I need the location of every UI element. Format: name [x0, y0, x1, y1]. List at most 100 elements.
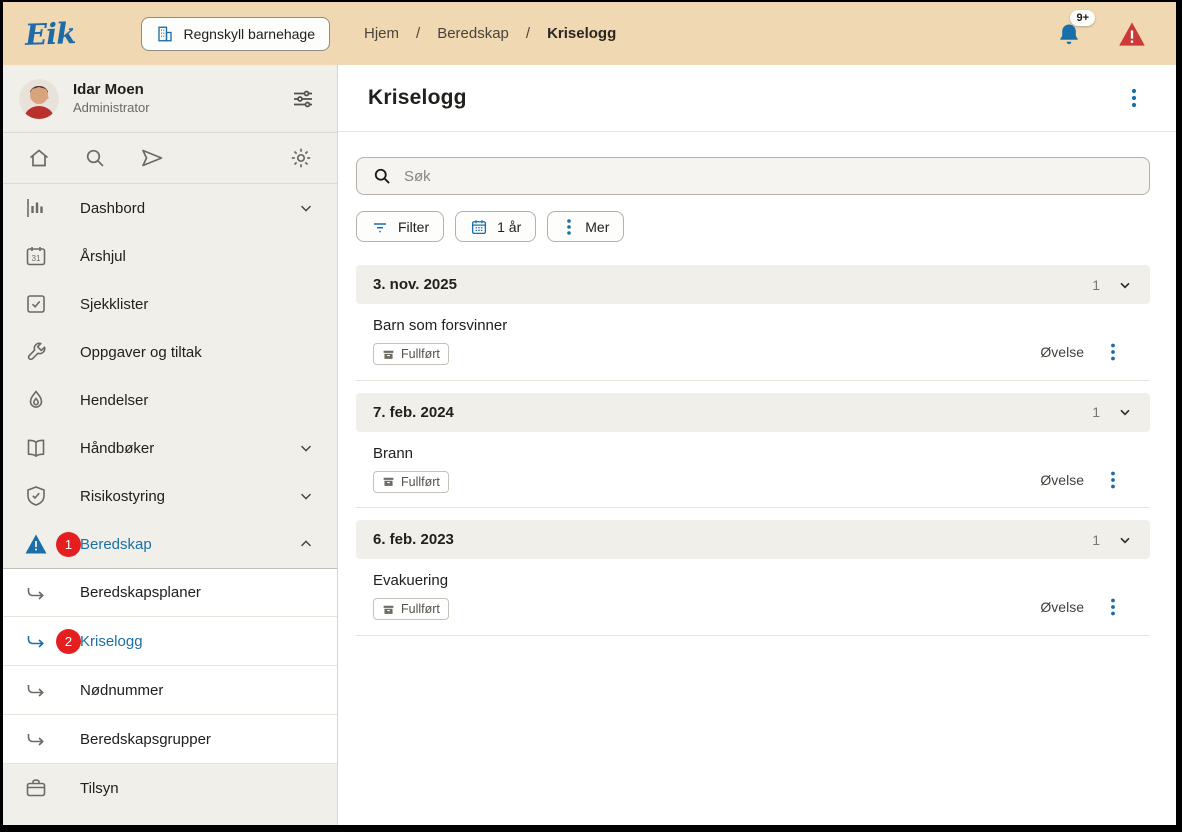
sidebar-item-label: Håndbøker [80, 440, 154, 457]
entry-menu-button[interactable] [1106, 342, 1120, 362]
sidebar-item-beredskapsplaner[interactable]: Beredskapsplaner [3, 568, 337, 617]
group-header-right: 1 [1092, 532, 1133, 548]
sidebar-item-label: Nødnummer [80, 682, 163, 699]
subdirectory-arrow-icon [23, 581, 49, 605]
building-icon [156, 25, 174, 43]
shield-check-icon [23, 484, 49, 508]
breadcrumb-home[interactable]: Hjem [364, 25, 399, 42]
organization-button[interactable]: Regnskyll barnehage [141, 17, 330, 51]
log-entry: Barn som forsvinner Fullført Ø [356, 304, 1150, 381]
sidebar-item-label: Kriselogg [80, 633, 143, 650]
chevron-down-icon[interactable] [1117, 404, 1133, 420]
eik-logo[interactable]: Eik [24, 16, 75, 52]
entry-menu-button[interactable] [1106, 470, 1120, 490]
group-header[interactable]: 3. nov. 2025 1 [356, 265, 1150, 304]
subdirectory-arrow-icon [23, 678, 49, 702]
sidebar-item-label: Tilsyn [80, 780, 119, 797]
sidebar-item-oppgaver[interactable]: Oppgaver og tiltak [3, 328, 337, 376]
warning-triangle-icon [23, 533, 49, 555]
period-button[interactable]: 1 år [455, 211, 536, 242]
breadcrumb-beredskap[interactable]: Beredskap [437, 25, 509, 42]
user-settings-button[interactable] [291, 87, 315, 111]
group-date: 6. feb. 2023 [373, 531, 454, 548]
chevron-up-icon [297, 535, 315, 553]
group-count: 1 [1092, 532, 1100, 548]
archive-icon [382, 603, 395, 616]
sidebar: Idar Moen Administrator [3, 65, 338, 825]
notifications-button[interactable]: 9+ [1056, 21, 1082, 47]
flame-icon [23, 388, 49, 412]
sidebar-item-beredskapsgrupper[interactable]: Beredskapsgrupper [3, 715, 337, 764]
page-title: Kriselogg [368, 86, 467, 110]
filter-button[interactable]: Filter [356, 211, 444, 242]
entry-right: Øvelse [1040, 470, 1120, 490]
checkbox-icon [23, 292, 49, 316]
status-badge: Fullført [373, 598, 449, 620]
group-header[interactable]: 6. feb. 2023 1 [356, 520, 1150, 559]
user-role: Administrator [73, 100, 150, 116]
log-group: 3. nov. 2025 1 Barn som forsvinner [356, 265, 1150, 381]
calendar-icon [470, 218, 488, 236]
breadcrumb-separator: / [526, 25, 530, 42]
sidebar-item-beredskap[interactable]: 1 Beredskap [3, 520, 337, 568]
filter-icon [371, 218, 389, 236]
sidebar-item-sjekklister[interactable]: Sjekklister [3, 280, 337, 328]
gear-icon[interactable] [289, 146, 313, 170]
entry-title[interactable]: Barn som forsvinner [373, 317, 1133, 334]
calendar-31-icon: 31 [23, 244, 49, 268]
alert-button[interactable] [1118, 21, 1146, 47]
topbar: Eik Regnskyll barnehage Hjem / Beredskap… [3, 2, 1176, 65]
sidebar-item-kriselogg[interactable]: 2 Kriselogg [3, 617, 337, 666]
sidebar-item-risikostyring[interactable]: Risikostyring [3, 472, 337, 520]
send-icon[interactable] [139, 146, 165, 170]
search-bar[interactable] [356, 157, 1150, 195]
warning-triangle-icon [1118, 21, 1146, 47]
status-badge: Fullført [373, 343, 449, 365]
status-badge: Fullført [373, 471, 449, 493]
sidebar-nav: Dashbord 31 Årshjul [3, 184, 337, 825]
search-input[interactable] [404, 168, 1141, 185]
main-panel: Kriselogg [338, 65, 1176, 825]
entry-right: Øvelse [1040, 597, 1120, 617]
svg-text:31: 31 [32, 254, 41, 263]
sidebar-item-tilsyn[interactable]: Tilsyn [3, 764, 337, 812]
period-button-label: 1 år [497, 219, 521, 235]
status-badge-label: Fullført [401, 475, 440, 489]
sliders-icon [291, 87, 315, 111]
sidebar-item-hendelser[interactable]: Hendelser [3, 376, 337, 424]
entry-type-label: Øvelse [1040, 599, 1084, 615]
home-icon[interactable] [27, 146, 51, 170]
page-menu-button[interactable] [1120, 83, 1148, 113]
sidebar-item-dashbord[interactable]: Dashbord [3, 184, 337, 232]
app-body: Idar Moen Administrator [3, 65, 1176, 825]
user-card: Idar Moen Administrator [3, 65, 337, 133]
log-group: 7. feb. 2024 1 Brann [356, 393, 1150, 509]
search-icon[interactable] [83, 146, 107, 170]
entry-title[interactable]: Brann [373, 445, 1133, 462]
main-content: Filter 1 år [338, 132, 1176, 825]
subdirectory-arrow-icon [23, 629, 49, 653]
more-button[interactable]: Mer [547, 211, 624, 242]
organization-button-label: Regnskyll barnehage [183, 26, 315, 42]
chevron-down-icon [297, 487, 315, 505]
avatar[interactable] [19, 79, 59, 119]
entry-title[interactable]: Evakuering [373, 572, 1133, 589]
sidebar-quick-actions [3, 133, 337, 184]
log-group: 6. feb. 2023 1 Evakuering [356, 520, 1150, 636]
group-header-right: 1 [1092, 277, 1133, 293]
sidebar-item-label: Oppgaver og tiltak [80, 344, 202, 361]
entry-menu-button[interactable] [1106, 597, 1120, 617]
sidebar-item-label: Sjekklister [80, 296, 148, 313]
group-header[interactable]: 7. feb. 2024 1 [356, 393, 1150, 432]
sidebar-item-handboker[interactable]: Håndbøker [3, 424, 337, 472]
group-header-right: 1 [1092, 404, 1133, 420]
chevron-down-icon[interactable] [1117, 277, 1133, 293]
sidebar-item-nodnummer[interactable]: Nødnummer [3, 666, 337, 715]
sidebar-item-label: Dashbord [80, 200, 145, 217]
kebab-menu-icon [1124, 87, 1144, 109]
user-meta: Idar Moen Administrator [73, 81, 150, 116]
chevron-down-icon[interactable] [1117, 532, 1133, 548]
sidebar-item-arshjul[interactable]: 31 Årshjul [3, 232, 337, 280]
more-button-label: Mer [585, 219, 609, 235]
group-date: 3. nov. 2025 [373, 276, 457, 293]
